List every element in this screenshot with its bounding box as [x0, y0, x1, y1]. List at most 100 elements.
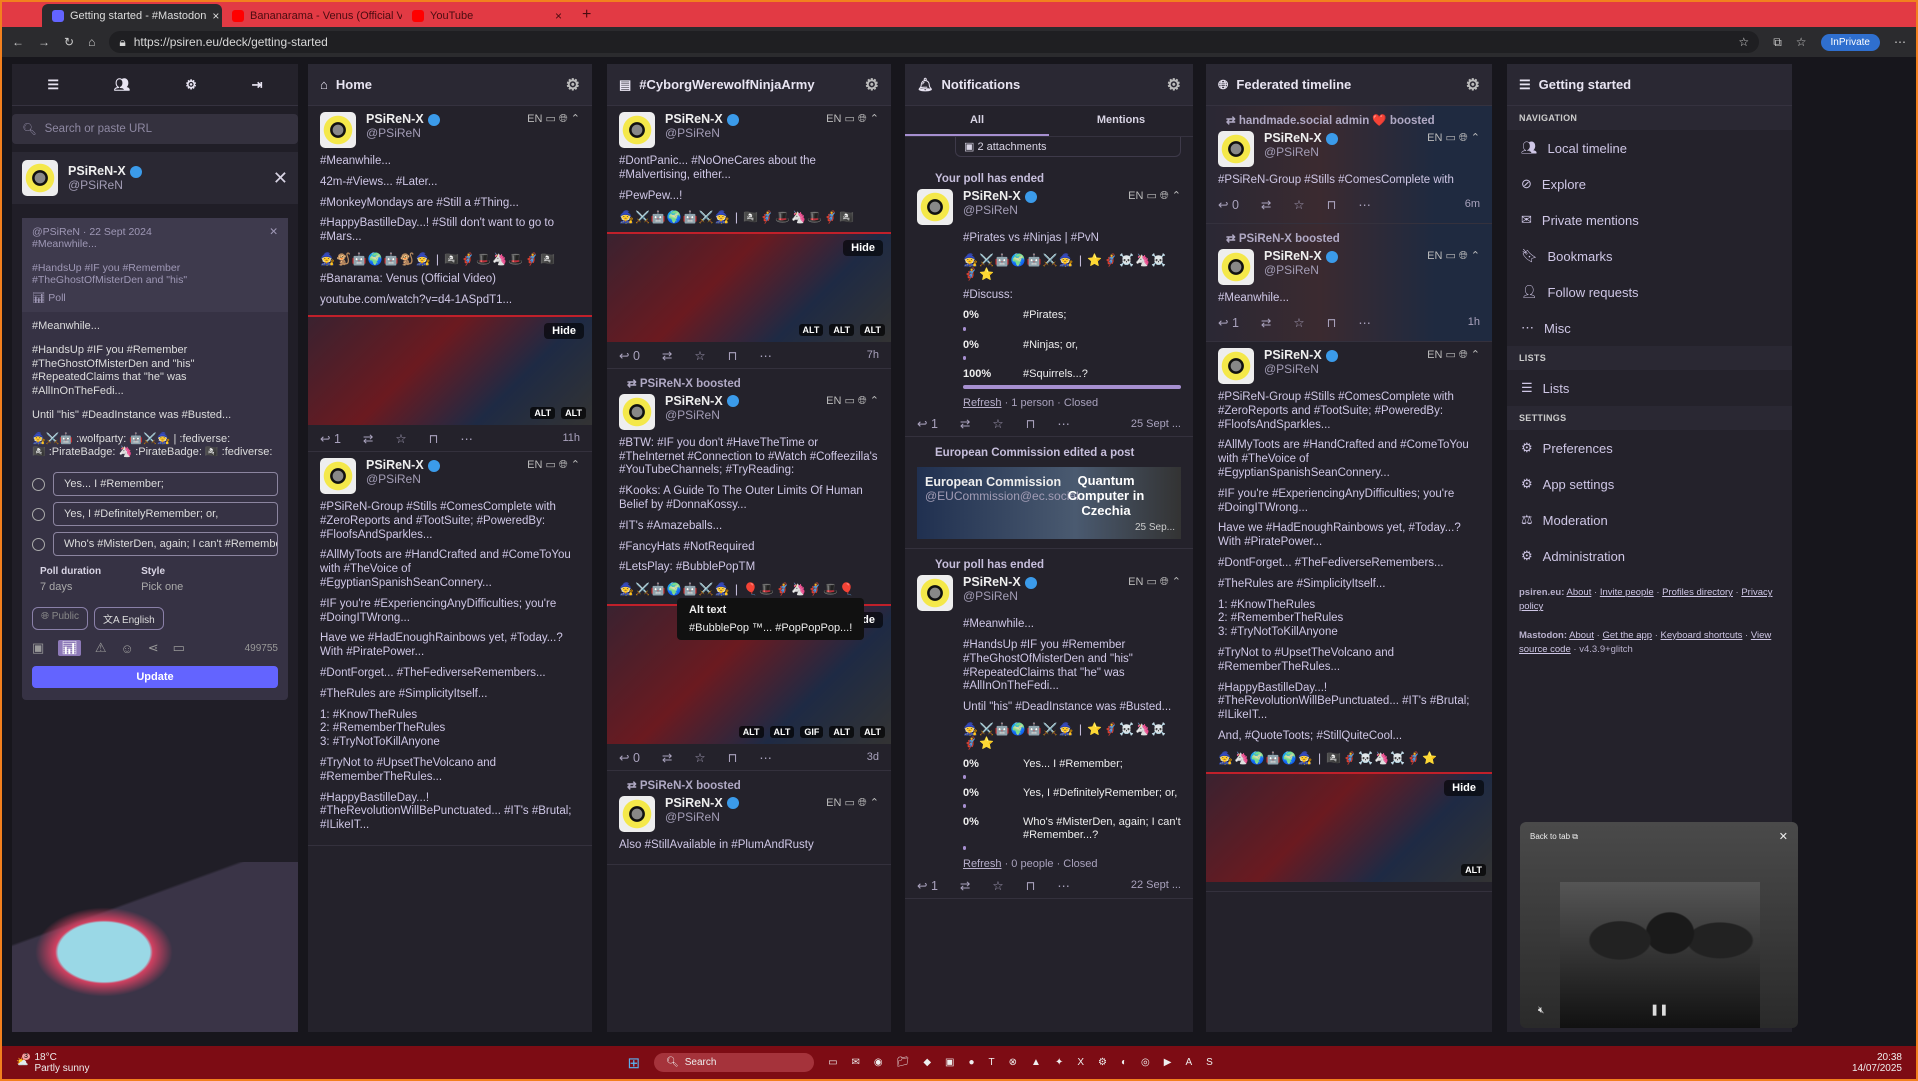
favourite-icon[interactable]: ☆	[992, 416, 1003, 431]
close-icon[interactable]: ✕	[269, 226, 278, 238]
back-to-tab-button[interactable]: Back to tab ⧉	[1530, 832, 1578, 842]
author[interactable]: PSiReN-X @PSiReN	[963, 575, 1037, 603]
column-settings-icon[interactable]: ⚙	[1167, 75, 1181, 95]
reply-button[interactable]: ↩ 0	[619, 348, 640, 363]
nav-item-bookmarks[interactable]: 🔖︎ Bookmarks	[1507, 238, 1792, 274]
alt-badge[interactable]: ALT	[860, 323, 885, 336]
more-icon[interactable]: ⋯	[1057, 878, 1070, 893]
picture-in-picture-window[interactable]: Back to tab ⧉ ✕ ❚❚ 🔇︎	[1520, 822, 1798, 1028]
reply-button[interactable]: ↩ 1	[1218, 315, 1239, 330]
pause-icon[interactable]: ❚❚	[1650, 1003, 1668, 1016]
bookmark-icon[interactable]: ⊓	[1026, 878, 1036, 893]
favourite-icon[interactable]: ☆	[1293, 197, 1304, 212]
bookmark-icon[interactable]: ⊓	[1327, 197, 1337, 212]
boost-icon[interactable]: ⇄	[960, 416, 970, 431]
logout-icon[interactable]: ⇥	[252, 77, 263, 93]
refresh-link[interactable]: Refresh	[963, 397, 1002, 409]
post-time[interactable]: 25 Sept ...	[1131, 418, 1181, 430]
alt-badge[interactable]: ALT	[860, 725, 885, 738]
app-icon[interactable]: ◆	[923, 1057, 931, 1068]
boost-icon[interactable]: ⇄	[662, 750, 672, 765]
footer-link[interactable]: Get the app	[1602, 630, 1652, 641]
avatar[interactable]	[917, 189, 953, 225]
collections-icon[interactable]: ☆	[1796, 35, 1807, 49]
avatar[interactable]	[619, 393, 655, 430]
favourite-icon[interactable]: ☆	[694, 348, 705, 363]
more-icon[interactable]: ⋯	[1057, 416, 1070, 431]
app-icon[interactable]: S	[1206, 1057, 1213, 1068]
close-icon[interactable]: ✕	[1779, 830, 1788, 843]
author[interactable]: PSiReN-X @PSiReN	[1264, 131, 1338, 159]
nav-item-private-mentions[interactable]: ✉ Private mentions	[1507, 202, 1792, 238]
xbox-icon[interactable]: ⊗	[1009, 1057, 1017, 1068]
author[interactable]: PSiReN-X @PSiReN	[1264, 249, 1338, 277]
close-icon[interactable]: ✕	[273, 168, 288, 189]
post-time[interactable]: 11h	[562, 432, 580, 444]
visibility-button[interactable]: 🌐︎ Public	[32, 607, 89, 630]
extensions-icon[interactable]: ⧉	[1773, 35, 1782, 50]
settings-icon[interactable]: ⚙	[185, 77, 197, 93]
hamburger-icon[interactable]: ☰	[47, 77, 59, 93]
poll-option-radio[interactable]	[32, 507, 45, 521]
favourite-icon[interactable]: ☆	[395, 431, 406, 446]
federated-column-header[interactable]: 🌐︎ Federated timeline ⚙	[1206, 64, 1492, 106]
reply-button[interactable]: ↩ 0	[1218, 197, 1239, 212]
teams-icon[interactable]: T	[989, 1057, 995, 1068]
back-icon[interactable]: ←	[12, 35, 24, 49]
inprivate-badge[interactable]: InPrivate	[1820, 33, 1880, 51]
poll-option-input[interactable]: Who's #MisterDen, again; I can't #Rememb…	[53, 532, 278, 556]
avatar[interactable]	[1218, 131, 1254, 167]
alt-badge[interactable]: ALT	[561, 406, 586, 419]
more-icon[interactable]: ⋯	[759, 750, 772, 765]
compose-textarea[interactable]: #Meanwhile... #HandsUp #IF you #Remember…	[22, 312, 288, 468]
avatar[interactable]	[619, 112, 655, 148]
task-view-icon[interactable]: ▭	[828, 1057, 837, 1068]
poll-option-input[interactable]: Yes, I #DefinitelyRemember; or,	[53, 502, 278, 526]
media-gallery[interactable]: Hide ALT ALT ALT	[607, 231, 891, 342]
nav-item-misc[interactable]: ⋯ Misc	[1507, 310, 1792, 346]
column-settings-icon[interactable]: ⚙	[1466, 75, 1480, 95]
more-icon[interactable]: ⋯	[460, 431, 473, 446]
notifications-column-header[interactable]: 🔔︎ Notifications ⚙	[905, 64, 1193, 106]
alt-badge[interactable]: ALT	[798, 323, 824, 336]
author[interactable]: PSiReN-X @PSiReN	[665, 796, 739, 824]
alt-badge[interactable]: ALT	[530, 406, 556, 419]
more-icon[interactable]: ⋯	[1358, 315, 1371, 330]
alt-badge[interactable]: ALT	[829, 323, 855, 336]
nav-item-administration[interactable]: ⚙ Administration	[1507, 538, 1792, 574]
close-icon[interactable]: ×	[212, 9, 219, 23]
app-icon[interactable]: ◎	[1141, 1057, 1150, 1068]
bookmark-icon[interactable]: ⊓	[728, 750, 738, 765]
app-icon[interactable]: ⚙	[1098, 1057, 1107, 1068]
author[interactable]: PSiReN-X @PSiReN	[1264, 348, 1338, 376]
reply-button[interactable]: ↩ 1	[917, 416, 938, 431]
new-tab-button[interactable]: +	[572, 6, 601, 27]
nav-item-follow-requests[interactable]: 👤︎ Follow requests	[1507, 274, 1792, 310]
bookmark-icon[interactable]: ⊓	[1026, 416, 1036, 431]
emoji-icon[interactable]: ☺	[120, 641, 133, 656]
favourite-icon[interactable]: ☆	[992, 878, 1003, 893]
reply-button[interactable]: ↩ 1	[917, 878, 938, 893]
poll-duration-select[interactable]: Poll duration 7 days	[40, 566, 101, 593]
people-icon[interactable]: 👥︎	[114, 77, 131, 93]
more-icon[interactable]: ⋯	[1358, 197, 1371, 212]
forward-icon[interactable]: →	[38, 35, 50, 49]
post-time[interactable]: 6m	[1465, 198, 1480, 210]
nav-item-app-settings[interactable]: ⚙ App settings	[1507, 466, 1792, 502]
poll-option-radio[interactable]	[32, 477, 45, 491]
media-icon[interactable]: ▣	[32, 640, 44, 656]
media-gallery[interactable]: Hide ALT ALT	[308, 314, 592, 425]
post-time[interactable]: 1h	[1468, 316, 1480, 328]
author[interactable]: PSiReN-X @PSiReN	[366, 112, 440, 140]
bookmark-icon[interactable]: ⊓	[1327, 315, 1337, 330]
alt-badge[interactable]: ALT	[829, 725, 855, 738]
media-player-icon[interactable]: ▶	[1164, 1057, 1172, 1068]
nav-item-explore[interactable]: ⊘ Explore	[1507, 166, 1792, 202]
hide-media-button[interactable]: Hide	[843, 239, 883, 256]
footer-link[interactable]: Keyboard shortcuts	[1661, 630, 1743, 641]
explorer-icon[interactable]: 📁︎	[897, 1057, 910, 1068]
poll-option-radio[interactable]	[32, 537, 45, 551]
post-time[interactable]: 22 Sept ...	[1131, 879, 1181, 891]
column-settings-icon[interactable]: ⚙	[566, 75, 580, 95]
outlook-icon[interactable]: ✉	[852, 1057, 860, 1068]
